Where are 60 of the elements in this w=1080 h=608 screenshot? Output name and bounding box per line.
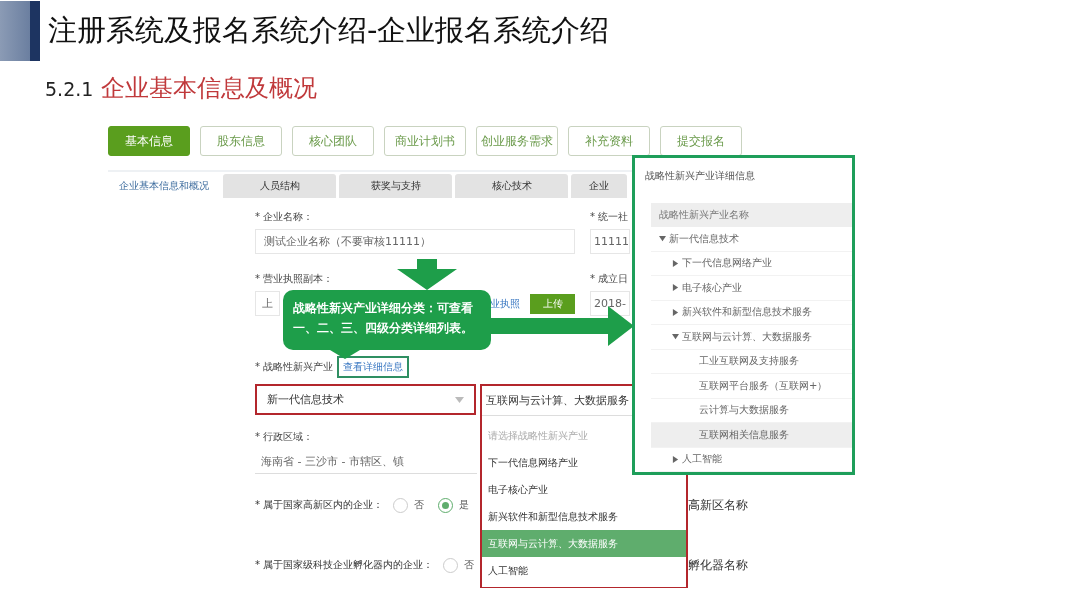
tree-label: 互联网相关信息服务 xyxy=(698,427,789,442)
table-header: 战略性新兴产业名称 xyxy=(651,203,852,227)
tree-label: 下一代信息网络产业 xyxy=(682,256,772,271)
caret-right-icon[interactable] xyxy=(672,455,679,463)
tree-label: 电子核心产业 xyxy=(682,280,742,295)
title-accent-bar xyxy=(0,1,40,61)
caret-down-icon[interactable] xyxy=(672,333,679,341)
detail-link[interactable]: 查看详细信息 xyxy=(337,356,410,378)
caret-right-icon[interactable] xyxy=(672,284,679,292)
tree-row[interactable]: 互联网相关信息服务 xyxy=(651,423,852,448)
down-arrow xyxy=(397,259,457,290)
sub-tab[interactable]: 企业 xyxy=(571,174,627,198)
company-name-field[interactable]: 测试企业名称（不要审核11111） xyxy=(255,229,575,254)
select-value: 新一代信息技术 xyxy=(267,392,344,407)
field-label: * 属于国家级科技企业孵化器内的企业： xyxy=(255,558,434,572)
field-label: * 成立日 xyxy=(590,272,630,286)
sub-tab[interactable]: 人员结构 xyxy=(223,174,336,198)
field-label: * 属于国家高新区内的企业： xyxy=(255,498,384,512)
field-label: * 战略性新兴产业 xyxy=(255,360,334,374)
tree-label: 云计算与大数据服务 xyxy=(698,403,789,418)
section-title: 企业基本信息及概况 xyxy=(101,73,318,104)
step-tab[interactable]: 补充资料 xyxy=(568,126,650,156)
tree-label: 新一代信息技术 xyxy=(669,231,739,246)
tree-label: 新兴软件和新型信息技术服务 xyxy=(682,305,812,320)
tree-label: 互联网与云计算、大数据服务 xyxy=(682,329,812,344)
upload-button[interactable]: 上传 xyxy=(530,293,575,314)
field-label: * 企业名称： xyxy=(255,210,315,224)
region-field[interactable]: 海南省 - 三沙市 - 市辖区、镇 xyxy=(255,450,477,474)
section-number: 5.2.1 xyxy=(45,78,94,100)
tree-label: 互联网平台服务（互联网+） xyxy=(698,378,828,393)
sub-industry-select[interactable]: 互联网与云计算、大数据服务 xyxy=(482,386,633,415)
caret-right-icon[interactable] xyxy=(672,308,679,316)
step-tab[interactable]: 核心团队 xyxy=(292,126,374,156)
slide-title: 注册系统及报名系统介绍-企业报名系统介绍 xyxy=(48,12,610,49)
caret-down-icon[interactable] xyxy=(659,235,666,243)
radio-label: 否 xyxy=(464,558,475,572)
radio-label: 否 xyxy=(414,498,425,512)
tree-label: 人工智能 xyxy=(682,452,722,467)
step-tab[interactable]: 商业计划书 xyxy=(384,126,466,156)
step-tab[interactable]: 提交报名 xyxy=(660,126,742,156)
caret-down-icon xyxy=(455,396,464,403)
tree-label: 工业互联网及支持服务 xyxy=(698,354,799,369)
field-label: 孵化器名称 xyxy=(688,556,748,574)
field-label: * 行政区域： xyxy=(255,430,315,444)
industry-select[interactable]: 新一代信息技术 xyxy=(255,384,476,415)
field-label: 高新区名称 xyxy=(688,496,748,514)
sub-tab[interactable]: 核心技术 xyxy=(455,174,568,198)
panel-title: 战略性新兴产业详细信息 xyxy=(645,168,756,183)
step-tab[interactable]: 股东信息 xyxy=(200,126,282,156)
license-link[interactable]: 业执照 xyxy=(490,296,521,311)
callout-pointer-icon xyxy=(330,350,360,359)
field-label: * 营业执照副本： xyxy=(255,272,335,286)
credit-code-field[interactable]: 11111 xyxy=(590,229,630,254)
upload-field[interactable]: 上 xyxy=(255,291,281,316)
step-tab[interactable]: 创业服务需求 xyxy=(476,126,558,156)
field-label: * 统一社 xyxy=(590,210,630,224)
caret-right-icon[interactable] xyxy=(672,259,679,267)
step-tab[interactable]: 基本信息 xyxy=(108,126,190,156)
sub-tab[interactable]: 获奖与支持 xyxy=(339,174,452,198)
radio-label: 是 xyxy=(459,498,470,512)
